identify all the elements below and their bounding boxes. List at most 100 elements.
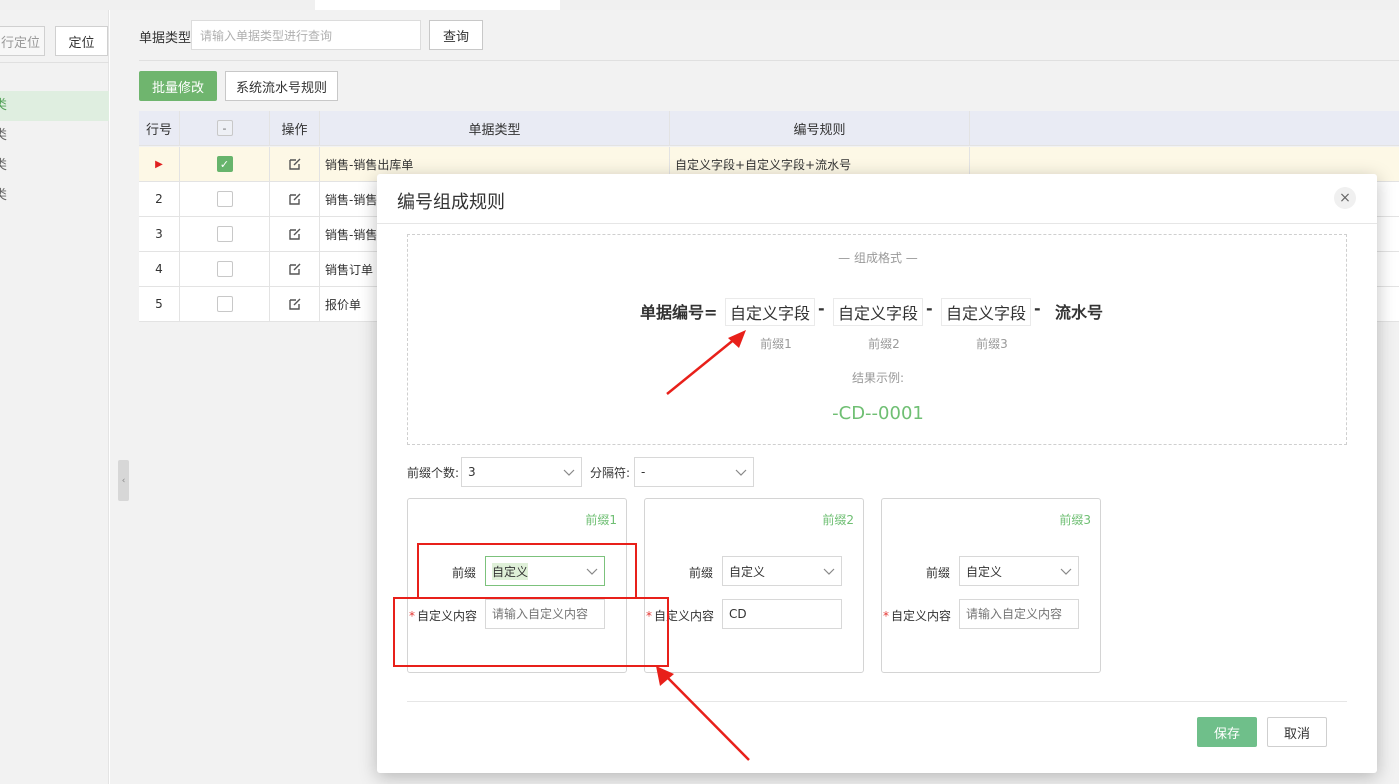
close-icon[interactable]: × [1334,187,1356,209]
prefix-select[interactable]: 自定义 [485,556,605,586]
required-mark: * [409,609,415,623]
left-divider [0,62,109,63]
separator-3: - [1034,299,1041,318]
prefix-value: 自定义 [966,564,1003,579]
table-header: 行号 - 操作 单据类型 编号规则 [139,111,1399,146]
search-placeholder: 请输入单据类型进行查询 [200,28,333,43]
result-value: -CD--0001 [832,403,924,424]
collapse-handle[interactable]: ‹ [118,460,129,501]
chevron-down-icon [563,469,575,476]
select-all-checkbox[interactable]: - [216,120,233,136]
content-input[interactable] [959,599,1079,629]
card-title: 前缀1 [585,513,617,527]
row-checkbox[interactable] [216,226,233,242]
serial-rule-button[interactable]: 系统流水号规则 [225,71,338,101]
content-label: * 自定义内容 [409,607,477,624]
prefix-value: 自定义 [729,564,766,579]
row-checkbox[interactable] [216,296,233,312]
separator-label: 分隔符: [590,466,631,480]
locate-button[interactable]: 定位 [55,26,108,56]
row-no: 3 [139,217,180,251]
header-operation: 操作 [270,111,320,145]
tree-item-label: 类 [0,128,8,143]
segment-3: 自定义字段 [941,298,1032,326]
top-strip [0,0,1399,10]
prefix-label: 前缀 [452,566,477,580]
batch-edit-button[interactable]: 批量修改 [139,71,217,101]
row-checkbox[interactable]: ✓ [216,156,233,172]
format-preview-box: — 组成格式 — 单据编号= 自定义字段 - 自定义字段 - 自定义字段 - 流… [407,234,1347,445]
prefix-card-1: 前缀1 前缀 自定义 * 自定义内容 [407,498,627,673]
query-button[interactable]: 查询 [429,20,483,50]
tree-item[interactable]: 类 [0,121,109,151]
row-operation [270,252,320,286]
tree-item[interactable]: 类 [0,151,109,181]
tree-item-label: 类 [0,158,8,173]
header-empty [970,111,1399,145]
toolbar-divider [139,60,1399,61]
footer-divider [407,701,1347,702]
save-button[interactable]: 保存 [1197,717,1257,747]
top-tab [315,0,560,10]
dialog-divider [377,223,1377,224]
serial-label: 流水号 [1055,303,1104,322]
current-row-arrow-icon: ▶ [155,158,163,170]
row-no: 2 [139,182,180,216]
edit-icon[interactable] [288,227,302,241]
search-input[interactable]: 请输入单据类型进行查询 [191,20,421,50]
header-row-no: 行号 [139,111,180,145]
header-doc-type: 单据类型 [320,111,670,145]
formula-label: 单据编号= [640,303,718,322]
row-checkbox-cell [180,217,270,251]
number-rule-dialog: 编号组成规则 × — 组成格式 — 单据编号= 自定义字段 - 自定义字段 - … [377,174,1377,773]
edit-icon[interactable] [288,297,302,311]
edit-icon[interactable] [288,157,302,171]
cancel-button[interactable]: 取消 [1267,717,1327,747]
chevron-down-icon [1060,568,1072,575]
chevron-left-icon: ‹ [121,475,126,486]
left-panel: 行定位 定位 类 类 类 类 [0,10,109,784]
separator-1: - [818,299,825,318]
content-input[interactable]: CD [722,599,842,629]
edit-icon[interactable] [288,192,302,206]
prefix-count-value: 3 [468,465,476,479]
row-checkbox[interactable] [216,261,233,277]
required-mark: * [646,609,652,623]
prefix-select[interactable]: 自定义 [959,556,1079,586]
prefix-card-2: 前缀2 前缀 自定义 * 自定义内容 CD [644,498,864,673]
dialog-title: 编号组成规则 [397,192,505,213]
separator-select[interactable]: - [634,457,754,487]
format-title: — 组成格式 — [838,251,918,265]
tree-item[interactable]: 类 [0,91,109,121]
row-operation [270,287,320,321]
header-number-rule: 编号规则 [670,111,970,145]
row-operation [270,217,320,251]
row-no: 4 [139,252,180,286]
separator-value: - [641,465,646,479]
tree-item-label: 类 [0,98,8,113]
search-label: 单据类型 [139,31,192,46]
card-title: 前缀3 [1059,513,1091,527]
content-input[interactable] [485,599,605,629]
content-label: * 自定义内容 [646,607,714,624]
row-checkbox[interactable] [216,191,233,207]
chevron-down-icon [586,568,598,575]
required-mark: * [883,609,889,623]
row-locate-button[interactable]: 行定位 [0,26,45,56]
chevron-down-icon [735,469,747,476]
content-label: * 自定义内容 [883,607,951,624]
segment-caption-1: 前缀1 [760,337,792,351]
tree-item[interactable]: 类 [0,181,109,211]
segment-caption-3: 前缀3 [976,337,1008,351]
chevron-down-icon [823,568,835,575]
prefix-select[interactable]: 自定义 [722,556,842,586]
header-checkbox-cell: - [180,111,270,145]
edit-icon[interactable] [288,262,302,276]
row-checkbox-cell [180,252,270,286]
prefix-label: 前缀 [689,566,714,580]
separator-2: - [926,299,933,318]
row-operation [270,147,320,181]
prefix-count-select[interactable]: 3 [461,457,582,487]
row-checkbox-cell: ✓ [180,147,270,181]
content-label-text: 自定义内容 [417,609,478,623]
